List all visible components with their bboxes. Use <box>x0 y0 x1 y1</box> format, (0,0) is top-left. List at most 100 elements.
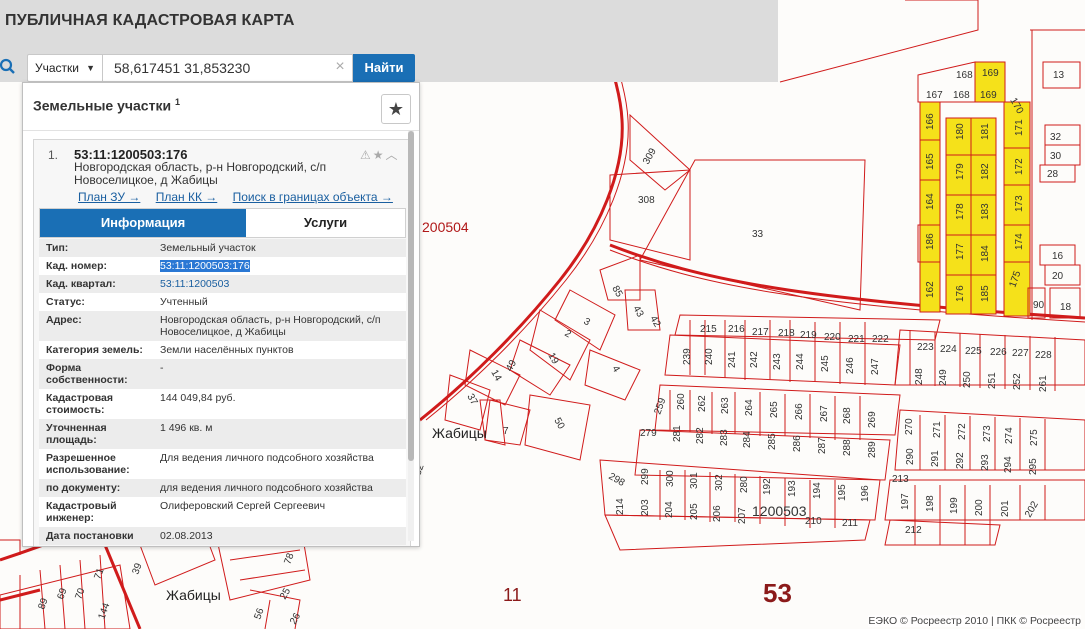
svg-text:287: 287 <box>817 437 828 454</box>
search-input[interactable]: 58,617451 31,853230 <box>103 54 353 82</box>
chevron-down-icon: ▼ <box>86 63 95 73</box>
svg-text:206: 206 <box>712 505 723 522</box>
attributes-table: Тип: Земельный участок Кад. номер: 53:11:12… <box>39 239 406 545</box>
svg-text:26: 26 <box>288 611 303 627</box>
panel-divider <box>23 130 419 131</box>
attribute-value: 02.08.2013 <box>160 530 213 542</box>
svg-text:70: 70 <box>73 586 87 601</box>
svg-text:302: 302 <box>714 474 725 491</box>
svg-text:212: 212 <box>905 525 922 536</box>
svg-text:291: 291 <box>930 450 941 467</box>
svg-text:279: 279 <box>640 428 657 439</box>
attribute-row: Дата постановки 02.08.2013 <box>39 527 406 545</box>
result-card: 1. 53:11:1200503:176 Новгородская област… <box>33 139 411 546</box>
card-links: План ЗУ → План КК → Поиск в границах объ… <box>78 190 405 204</box>
attribute-label: Адрес: <box>46 314 82 326</box>
attribute-value: Новгородская область, р-н Новгородский, … <box>160 314 381 338</box>
svg-text:226: 226 <box>990 347 1007 358</box>
search-within-link[interactable]: Поиск в границах объекта → <box>233 190 393 204</box>
attribute-label: Уточненная площадь: <box>46 422 107 446</box>
svg-text:78: 78 <box>282 551 296 566</box>
attribute-row: Кадастровая стоимость: 144 049,84 руб. <box>39 389 406 419</box>
svg-text:16: 16 <box>1052 251 1064 262</box>
attribute-label: Кад. номер: <box>46 260 108 272</box>
search-bar: Участки ▼ 58,617451 31,853230 × Найти <box>0 52 420 82</box>
svg-text:193: 193 <box>787 480 798 497</box>
attribute-row: Кад. квартал: 53:11:1200503 <box>39 275 406 293</box>
svg-text:167: 167 <box>926 90 943 101</box>
svg-text:213: 213 <box>892 474 909 485</box>
svg-text:196: 196 <box>860 485 871 502</box>
panel-scrollbar[interactable] <box>408 131 414 541</box>
star-icon[interactable]: ★ <box>373 148 386 162</box>
svg-text:177: 177 <box>955 243 966 260</box>
tab-info[interactable]: Информация <box>40 209 246 237</box>
svg-text:171: 171 <box>1014 119 1025 136</box>
attribute-value: для ведения личного подсобного хозяйства <box>160 482 373 494</box>
svg-text:271: 271 <box>932 421 943 438</box>
svg-text:20: 20 <box>1052 271 1064 282</box>
svg-text:180: 180 <box>955 123 966 140</box>
svg-text:25: 25 <box>278 586 293 602</box>
svg-text:162: 162 <box>925 281 936 298</box>
map-copyright: ЕЭКО © Росреестр 2010 | ПКК © Росреестр <box>868 615 1081 627</box>
clear-icon[interactable]: × <box>330 54 350 82</box>
svg-text:290: 290 <box>905 448 916 465</box>
svg-text:222: 222 <box>872 334 889 345</box>
svg-text:298: 298 <box>607 471 627 489</box>
svg-text:262: 262 <box>697 395 708 412</box>
attribute-row: Разрешенное использование: Для ведения ли… <box>39 449 406 479</box>
favorite-button[interactable]: ★ <box>381 94 411 124</box>
village-label-1: Жабицы <box>432 425 487 441</box>
quarter-label-left: 200504 <box>422 219 469 235</box>
svg-text:176: 176 <box>955 285 966 302</box>
selected-text: 53:11:1200503:176 <box>160 260 250 272</box>
svg-text:272: 272 <box>957 423 968 440</box>
svg-text:281: 281 <box>672 425 683 442</box>
svg-text:43: 43 <box>630 304 645 320</box>
svg-text:218: 218 <box>778 328 795 339</box>
tab-services[interactable]: Услуги <box>246 209 405 237</box>
chevron-up-icon[interactable]: ︿ <box>386 148 400 162</box>
results-panel: Земельные участки 1 ★ 1. 53:11:1200503:1… <box>22 82 420 547</box>
svg-text:227: 227 <box>1012 348 1029 359</box>
svg-text:192: 192 <box>762 478 773 495</box>
search-button[interactable]: Найти <box>353 54 415 82</box>
svg-text:216: 216 <box>728 324 745 335</box>
scrollbar-thumb[interactable] <box>408 131 414 461</box>
attribute-row: Кад. номер: 53:11:1200503:176 <box>39 257 406 275</box>
attribute-value[interactable]: 53:11:1200503 <box>160 278 400 290</box>
svg-text:252: 252 <box>1012 373 1023 390</box>
svg-text:166: 166 <box>925 113 936 130</box>
svg-text:199: 199 <box>949 497 960 514</box>
svg-text:293: 293 <box>980 454 991 471</box>
svg-text:251: 251 <box>987 372 998 389</box>
svg-text:246: 246 <box>845 357 856 374</box>
warning-icon[interactable]: ⚠ <box>360 148 373 162</box>
svg-text:300: 300 <box>665 470 676 487</box>
attribute-row: Адрес: Новгородская область, р-н Новгород… <box>39 311 406 341</box>
plan-zu-link[interactable]: План ЗУ → <box>78 190 140 204</box>
attribute-value[interactable]: 53:11:1200503:176 <box>160 260 400 272</box>
plan-kk-link[interactable]: План КК → <box>156 190 218 204</box>
svg-text:164: 164 <box>925 193 936 210</box>
search-icon[interactable] <box>0 57 18 77</box>
result-address: Новгородская область, р-н Новгородский, … <box>74 160 327 187</box>
svg-text:270: 270 <box>904 418 915 435</box>
svg-text:144: 144 <box>96 601 112 621</box>
app-title: ПУБЛИЧНАЯ КАДАСТРОВАЯ КАРТА <box>5 12 295 29</box>
attribute-label: Статус: <box>46 296 85 308</box>
svg-text:186: 186 <box>925 233 936 250</box>
attribute-row: по документу: для ведения личного подсобн… <box>39 479 406 497</box>
svg-text:260: 260 <box>676 393 687 410</box>
result-count: 1 <box>174 97 180 107</box>
svg-text:14: 14 <box>488 368 503 384</box>
svg-text:200: 200 <box>974 499 985 516</box>
svg-text:247: 247 <box>870 358 881 375</box>
attribute-row: Тип: Земельный участок <box>39 239 406 257</box>
svg-text:182: 182 <box>980 163 991 180</box>
attribute-label: Тип: <box>46 242 69 254</box>
svg-text:198: 198 <box>925 495 936 512</box>
svg-text:202: 202 <box>1023 499 1041 519</box>
layer-select[interactable]: Участки ▼ <box>27 54 103 82</box>
